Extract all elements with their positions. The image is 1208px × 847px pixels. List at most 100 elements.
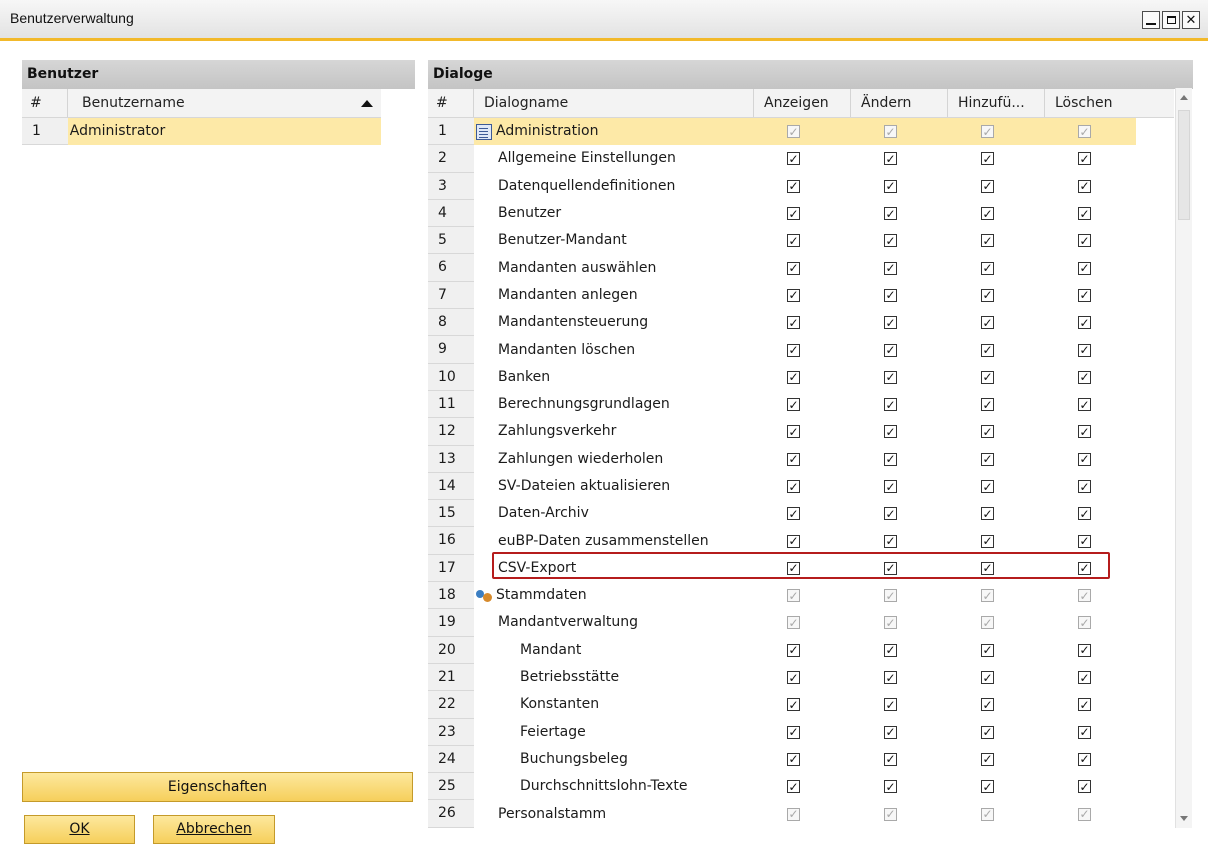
add-checkbox[interactable]: ✓ (981, 725, 994, 739)
delete-checkbox[interactable]: ✓ (1078, 288, 1091, 302)
table-row[interactable]: 15 Daten-Archiv ✓ ✓ ✓ ✓ (428, 500, 1174, 528)
table-row[interactable]: 8 Mandantensteuerung ✓ ✓ ✓ ✓ (428, 309, 1174, 337)
change-checkbox[interactable]: ✓ (884, 343, 897, 357)
delete-checkbox[interactable]: ✓ (1078, 152, 1091, 166)
change-checkbox[interactable]: ✓ (884, 261, 897, 275)
dialogs-column-name[interactable]: Dialogname (474, 89, 754, 117)
scroll-thumb[interactable] (1178, 110, 1190, 220)
table-row[interactable]: 12 Zahlungsverkehr ✓ ✓ ✓ ✓ (428, 418, 1174, 446)
add-checkbox[interactable]: ✓ (981, 671, 994, 685)
table-row[interactable]: 3 Datenquellendefinitionen ✓ ✓ ✓ ✓ (428, 172, 1174, 200)
delete-checkbox[interactable]: ✓ (1078, 425, 1091, 439)
delete-checkbox[interactable]: ✓ (1078, 343, 1091, 357)
table-row[interactable]: 16 euBP-Daten zusammenstellen ✓ ✓ ✓ ✓ (428, 527, 1174, 555)
change-checkbox[interactable]: ✓ (884, 425, 897, 439)
change-checkbox[interactable]: ✓ (884, 370, 897, 384)
table-row[interactable]: 9 Mandanten löschen ✓ ✓ ✓ ✓ (428, 336, 1174, 364)
show-checkbox[interactable]: ✓ (787, 179, 800, 193)
add-checkbox[interactable]: ✓ (981, 452, 994, 466)
change-checkbox[interactable]: ✓ (884, 752, 897, 766)
show-checkbox[interactable]: ✓ (787, 480, 800, 493)
table-row[interactable]: 21 Betriebsstätte ✓ ✓ ✓ ✓ (428, 663, 1174, 692)
table-row[interactable]: 22 Konstanten ✓ ✓ ✓ ✓ (428, 691, 1174, 719)
change-checkbox[interactable]: ✓ (884, 152, 897, 166)
change-checkbox[interactable]: ✓ (884, 398, 897, 412)
change-checkbox[interactable]: ✓ (884, 671, 897, 685)
add-checkbox[interactable]: ✓ (981, 261, 994, 275)
users-column-num[interactable]: # (22, 89, 68, 117)
change-checkbox[interactable]: ✓ (884, 480, 897, 493)
table-row[interactable]: 24 Buchungsbeleg ✓ ✓ ✓ ✓ (428, 745, 1174, 774)
table-row[interactable]: 2 Allgemeine Einstellungen ✓ ✓ ✓ ✓ (428, 145, 1174, 173)
change-checkbox[interactable]: ✓ (884, 698, 897, 712)
users-column-name[interactable]: Benutzername (68, 89, 381, 117)
show-checkbox[interactable]: ✓ (787, 370, 800, 384)
add-checkbox[interactable]: ✓ (981, 480, 994, 493)
table-row[interactable]: 26 Personalstamm ✓ ✓ ✓ ✓ (428, 800, 1174, 828)
table-row[interactable]: 7 Mandanten anlegen ✓ ✓ ✓ ✓ (428, 281, 1174, 310)
table-row[interactable]: 1 Administration ✓ ✓ ✓ ✓ (428, 118, 1174, 146)
delete-checkbox[interactable]: ✓ (1078, 316, 1091, 330)
minimize-button[interactable] (1142, 11, 1160, 29)
table-row[interactable]: 17 CSV-Export ✓ ✓ ✓ ✓ (428, 554, 1174, 583)
table-row[interactable]: 6 Mandanten auswählen ✓ ✓ ✓ ✓ (428, 254, 1174, 282)
delete-checkbox[interactable]: ✓ (1078, 725, 1091, 739)
add-checkbox[interactable]: ✓ (981, 752, 994, 766)
show-checkbox[interactable]: ✓ (787, 561, 800, 575)
show-checkbox[interactable]: ✓ (787, 152, 800, 166)
show-checkbox[interactable]: ✓ (787, 725, 800, 739)
change-checkbox[interactable]: ✓ (884, 725, 897, 739)
add-checkbox[interactable]: ✓ (981, 234, 994, 248)
delete-checkbox[interactable]: ✓ (1078, 452, 1091, 466)
add-checkbox[interactable]: ✓ (981, 507, 994, 521)
dialogs-column-add[interactable]: Hinzufü... (948, 89, 1045, 117)
add-checkbox[interactable]: ✓ (981, 370, 994, 384)
add-checkbox[interactable]: ✓ (981, 561, 994, 575)
delete-checkbox[interactable]: ✓ (1078, 780, 1091, 794)
dialogs-scrollbar[interactable] (1175, 88, 1192, 828)
delete-checkbox[interactable]: ✓ (1078, 561, 1091, 575)
change-checkbox[interactable]: ✓ (884, 561, 897, 575)
change-checkbox[interactable]: ✓ (884, 507, 897, 521)
show-checkbox[interactable]: ✓ (787, 316, 800, 330)
table-row[interactable]: 14 SV-Dateien aktualisieren ✓ ✓ ✓ ✓ (428, 472, 1174, 501)
add-checkbox[interactable]: ✓ (981, 425, 994, 439)
cancel-button[interactable]: Abbrechen (153, 815, 275, 844)
table-row[interactable]: 1 Administrator (22, 118, 381, 145)
delete-checkbox[interactable]: ✓ (1078, 698, 1091, 712)
maximize-button[interactable] (1162, 11, 1180, 29)
delete-checkbox[interactable]: ✓ (1078, 398, 1091, 412)
table-row[interactable]: 11 Berechnungsgrundlagen ✓ ✓ ✓ ✓ (428, 390, 1174, 419)
show-checkbox[interactable]: ✓ (787, 288, 800, 302)
table-row[interactable]: 23 Feiertage ✓ ✓ ✓ ✓ (428, 718, 1174, 746)
scroll-up-icon[interactable] (1180, 95, 1188, 100)
delete-checkbox[interactable]: ✓ (1078, 643, 1091, 657)
add-checkbox[interactable]: ✓ (981, 534, 994, 548)
change-checkbox[interactable]: ✓ (884, 534, 897, 548)
table-row[interactable]: 25 Durchschnittslohn-Texte ✓ ✓ ✓ ✓ (428, 773, 1174, 801)
delete-checkbox[interactable]: ✓ (1078, 207, 1091, 221)
change-checkbox[interactable]: ✓ (884, 780, 897, 794)
table-row[interactable]: 13 Zahlungen wiederholen ✓ ✓ ✓ ✓ (428, 445, 1174, 473)
delete-checkbox[interactable]: ✓ (1078, 671, 1091, 685)
table-row[interactable]: 4 Benutzer ✓ ✓ ✓ ✓ (428, 199, 1174, 228)
dialogs-column-num[interactable]: # (428, 89, 474, 117)
delete-checkbox[interactable]: ✓ (1078, 480, 1091, 493)
show-checkbox[interactable]: ✓ (787, 752, 800, 766)
delete-checkbox[interactable]: ✓ (1078, 534, 1091, 548)
dialogs-column-change[interactable]: Ändern (851, 89, 948, 117)
change-checkbox[interactable]: ✓ (884, 207, 897, 221)
add-checkbox[interactable]: ✓ (981, 288, 994, 302)
add-checkbox[interactable]: ✓ (981, 316, 994, 330)
show-checkbox[interactable]: ✓ (787, 698, 800, 712)
change-checkbox[interactable]: ✓ (884, 316, 897, 330)
table-row[interactable]: 10 Banken ✓ ✓ ✓ ✓ (428, 363, 1174, 391)
change-checkbox[interactable]: ✓ (884, 179, 897, 193)
change-checkbox[interactable]: ✓ (884, 643, 897, 657)
add-checkbox[interactable]: ✓ (981, 398, 994, 412)
ok-button[interactable]: OK (24, 815, 135, 844)
dialogs-column-show[interactable]: Anzeigen (754, 89, 851, 117)
close-button[interactable]: ✕ (1182, 11, 1200, 29)
show-checkbox[interactable]: ✓ (787, 234, 800, 248)
delete-checkbox[interactable]: ✓ (1078, 179, 1091, 193)
